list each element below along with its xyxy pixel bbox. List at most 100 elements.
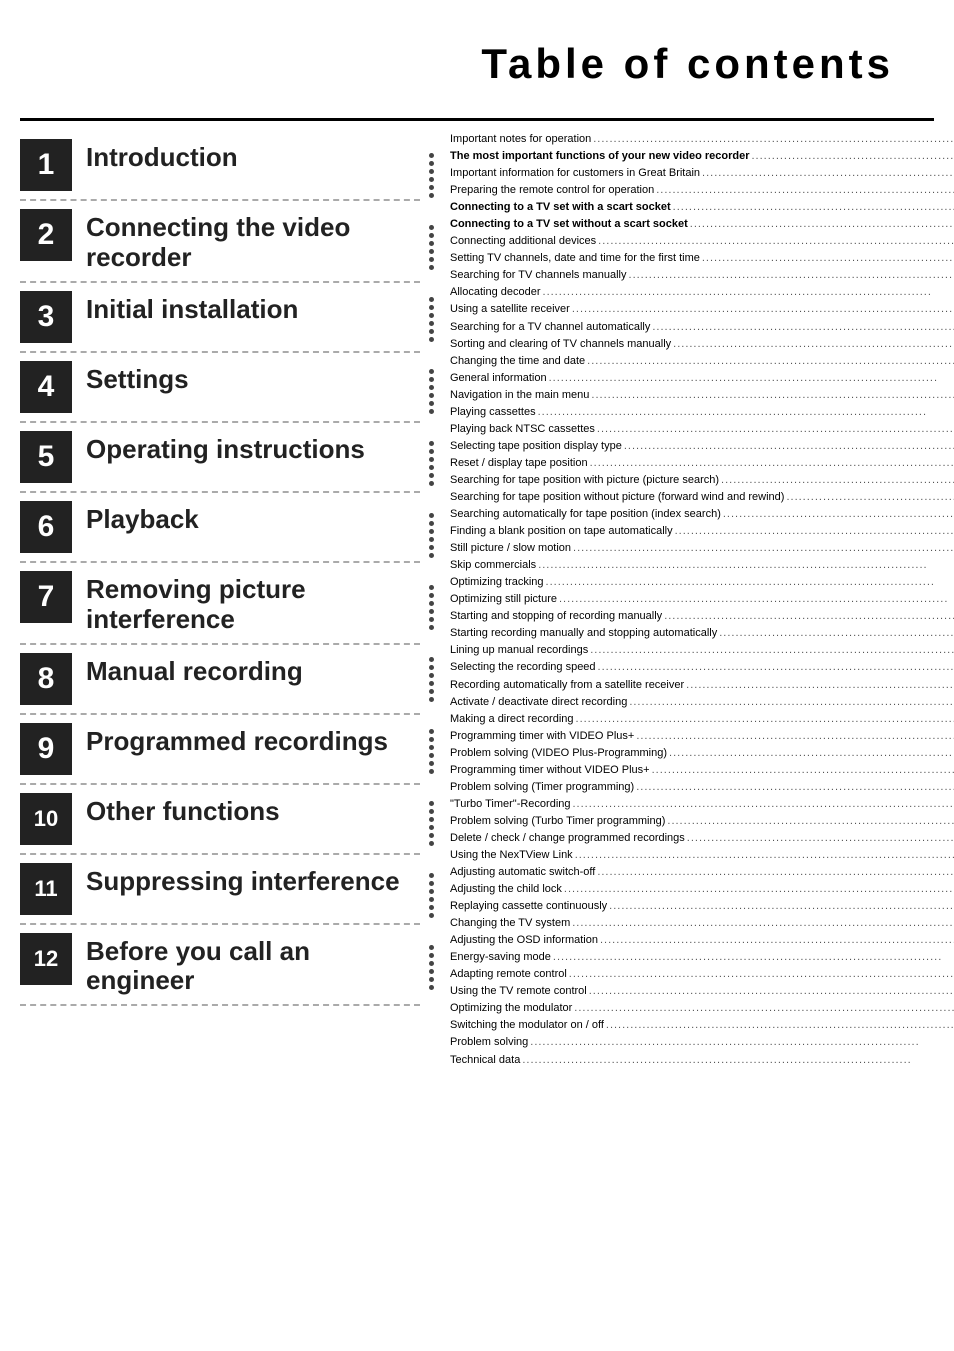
toc-dots: ........................................… — [595, 421, 954, 438]
dot — [429, 185, 434, 190]
chapter-12: 12Before you call an engineer — [20, 925, 420, 1007]
chapter-title-9: Programmed recordings — [86, 723, 388, 757]
toc-entry-text: Adjusting automatic switch-off — [450, 864, 595, 881]
toc-dots: ........................................… — [520, 1052, 954, 1069]
toc-dots: ........................................… — [596, 659, 954, 676]
toc-entry: Adjusting automatic switch-off .........… — [450, 864, 954, 881]
dot — [429, 249, 434, 254]
toc-entry-text: Replaying cassette continuously — [450, 898, 607, 915]
dot — [429, 769, 434, 774]
chapter-6: 6Playback — [20, 493, 420, 563]
dot — [429, 801, 434, 806]
toc-entry: Programming timer without VIDEO Plus+ ..… — [450, 762, 954, 779]
toc-entry: Optimizing tracking ....................… — [450, 574, 954, 591]
dot — [429, 233, 434, 238]
toc-entry-text: "Turbo Timer"-Recording — [450, 796, 571, 813]
toc-dots: ........................................… — [667, 745, 954, 762]
chapter-title-3: Initial installation — [86, 291, 298, 325]
dot — [429, 625, 434, 630]
toc-dots: ........................................… — [700, 250, 954, 267]
dot — [429, 601, 434, 606]
dot — [429, 553, 434, 558]
toc-entry: Connecting to a TV set without a scart s… — [450, 216, 954, 233]
toc-entry: Delete / check / change programmed recor… — [450, 830, 954, 847]
toc-entry: Making a direct recording ..............… — [450, 711, 954, 728]
dot-separator — [429, 427, 434, 499]
toc-dots: ........................................… — [562, 881, 954, 898]
dot-separator — [429, 931, 434, 1003]
toc-entry-text: Changing the time and date — [450, 353, 585, 370]
toc-dots: ........................................… — [700, 165, 954, 182]
toc-entry: Changing the TV system .................… — [450, 915, 954, 932]
toc-entry: Problem solving (Turbo Timer programming… — [450, 813, 954, 830]
dot — [429, 465, 434, 470]
toc-entry: General information ....................… — [450, 370, 954, 387]
dot — [429, 753, 434, 758]
toc-entry-text: Connecting additional devices — [450, 233, 596, 250]
toc-entry: Switching the modulator on / off .......… — [450, 1017, 954, 1034]
toc-entry: Connecting additional devices ..........… — [450, 233, 954, 250]
chapter-title-6: Playback — [86, 501, 199, 535]
chapter-title-11: Suppressing interference — [86, 863, 400, 897]
dot — [429, 889, 434, 894]
dot — [429, 337, 434, 342]
dot — [429, 809, 434, 814]
chapter-10: 10Other functions — [20, 785, 420, 855]
dot-separator — [429, 643, 434, 715]
dot — [429, 441, 434, 446]
dot-separator — [429, 499, 434, 571]
page: Table of contents 1Introduction2Connecti… — [0, 0, 954, 1351]
chapter-9: 9Programmed recordings — [20, 715, 420, 785]
dot — [429, 657, 434, 662]
dot-separator — [429, 715, 434, 787]
toc-entry-text: Problem solving (VIDEO Plus-Programming) — [450, 745, 667, 762]
dot-separator — [429, 355, 434, 427]
toc-entry: Searching for tape position without pict… — [450, 489, 954, 506]
dot — [429, 977, 434, 982]
toc-entry: Using the TV remote control ............… — [450, 983, 954, 1000]
toc-entry-text: Recording automatically from a satellite… — [450, 677, 684, 694]
toc-entry-text: Searching for tape position with picture… — [450, 472, 719, 489]
chapter-title-4: Settings — [86, 361, 189, 395]
toc-dots: ........................................… — [587, 983, 954, 1000]
toc-entry: Playing back NTSC cassettes ............… — [450, 421, 954, 438]
toc-entry: The most important functions of your new… — [450, 148, 954, 165]
right-column: Important notes for operation ..........… — [442, 131, 954, 1069]
toc-entry: Problem solving ........................… — [450, 1034, 954, 1051]
chapter-7: 7Removing picture interference — [20, 563, 420, 645]
toc-entry-text: Starting and stopping of recording manua… — [450, 608, 662, 625]
chapter-number-11: 11 — [20, 863, 72, 915]
page-title: Table of contents — [20, 40, 894, 88]
dot — [429, 585, 434, 590]
dot — [429, 881, 434, 886]
toc-dots: ........................................… — [571, 796, 954, 813]
toc-dots: ........................................… — [721, 506, 954, 523]
dot-separator — [429, 139, 434, 211]
chapter-number-3: 3 — [20, 291, 72, 343]
dot — [429, 169, 434, 174]
toc-entry-text: Setting TV channels, date and time for t… — [450, 250, 700, 267]
dot — [429, 529, 434, 534]
toc-dots: ........................................… — [627, 267, 954, 284]
toc-entry: Technical data .........................… — [450, 1052, 954, 1069]
toc-dots: ........................................… — [536, 404, 954, 421]
toc-entry-text: Optimizing the modulator — [450, 1000, 572, 1017]
toc-entry-text: Adjusting the OSD information — [450, 932, 598, 949]
toc-dots: ........................................… — [662, 608, 954, 625]
toc-entry: Adjusting the OSD information ..........… — [450, 932, 954, 949]
dot — [429, 761, 434, 766]
toc-dots: ........................................… — [567, 966, 954, 983]
toc-entry: Selecting tape position display type ...… — [450, 438, 954, 455]
dot — [429, 953, 434, 958]
dot — [429, 473, 434, 478]
toc-entry: Optimizing the modulator ...............… — [450, 1000, 954, 1017]
toc-entry-text: Playing cassettes — [450, 404, 536, 421]
toc-entry-text: Switching the modulator on / off — [450, 1017, 604, 1034]
toc-entry: Allocating decoder .....................… — [450, 284, 954, 301]
chapter-title-8: Manual recording — [86, 653, 303, 687]
dot — [429, 393, 434, 398]
toc-entry: Problem solving (Timer programming) ....… — [450, 779, 954, 796]
dot — [429, 945, 434, 950]
toc-entry: Selecting the recording speed ..........… — [450, 659, 954, 676]
dot — [429, 689, 434, 694]
